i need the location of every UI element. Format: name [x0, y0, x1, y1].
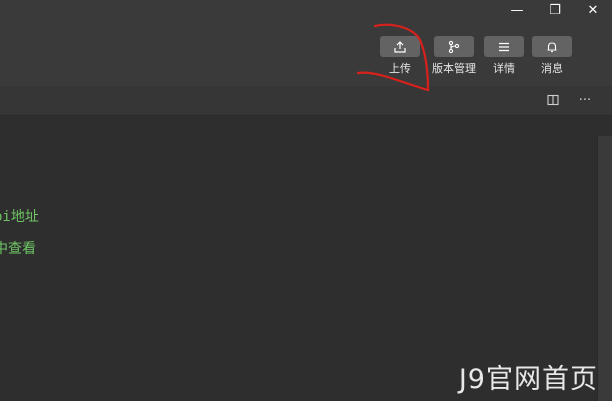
toolbar-upload[interactable]: 上传 — [380, 36, 420, 80]
messages-button[interactable] — [532, 36, 572, 57]
vertical-scrollbar[interactable] — [597, 136, 612, 401]
window-controls: — ❐ ✕ — [498, 0, 612, 20]
version-label: 版本管理 — [432, 62, 476, 75]
minimize-button[interactable]: — — [498, 0, 536, 20]
top-toolbar: — ❐ ✕ 上传 版本管理 详情 消息 — [0, 0, 612, 86]
details-label: 详情 — [493, 62, 515, 75]
bell-icon — [547, 41, 557, 52]
editor-tab-bar: ··· — [0, 86, 612, 116]
version-button[interactable] — [434, 36, 474, 57]
split-view-icon[interactable] — [544, 92, 562, 108]
list-icon — [499, 42, 509, 51]
more-options-icon[interactable]: ··· — [576, 92, 594, 108]
branch-icon — [448, 40, 460, 53]
code-line: pi地址 — [0, 209, 39, 225]
upload-button[interactable] — [380, 36, 420, 57]
close-button[interactable]: ✕ — [574, 0, 612, 20]
code-line: 中查看 — [0, 241, 36, 257]
toolbar-messages[interactable]: 消息 — [532, 36, 572, 80]
toolbar-version[interactable]: 版本管理 — [432, 36, 476, 80]
upload-label: 上传 — [389, 62, 411, 75]
upload-icon — [394, 40, 406, 53]
app-window: — ❐ ✕ 上传 版本管理 详情 消息 ··· i地址 中查看 J9官网首页 — [0, 0, 612, 401]
code-editor[interactable]: pi地址 中查看 — [0, 116, 596, 401]
watermark: J9官网首页 — [458, 364, 598, 395]
messages-label: 消息 — [541, 62, 563, 75]
toolbar-details[interactable]: 详情 — [484, 36, 524, 80]
restore-button[interactable]: ❐ — [536, 0, 574, 20]
details-button[interactable] — [484, 36, 524, 57]
